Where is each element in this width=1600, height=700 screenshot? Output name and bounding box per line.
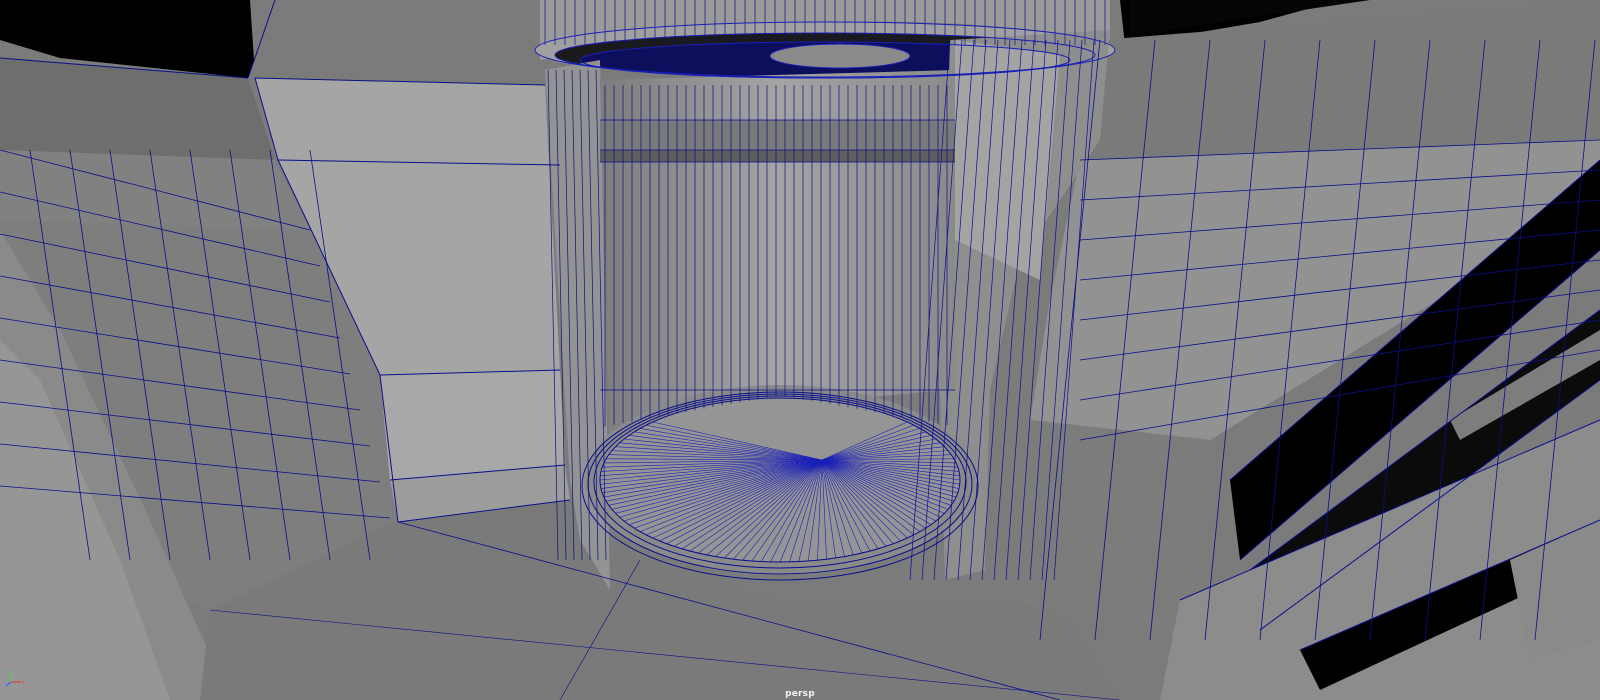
axis-z — [5, 681, 12, 687]
maya-perspective-viewport[interactable]: x persp — [0, 0, 1600, 700]
axis-gizmo: x — [5, 670, 25, 687]
scene-render[interactable] — [0, 0, 1600, 700]
left-column — [250, 0, 545, 80]
svg-text:x: x — [22, 680, 25, 686]
